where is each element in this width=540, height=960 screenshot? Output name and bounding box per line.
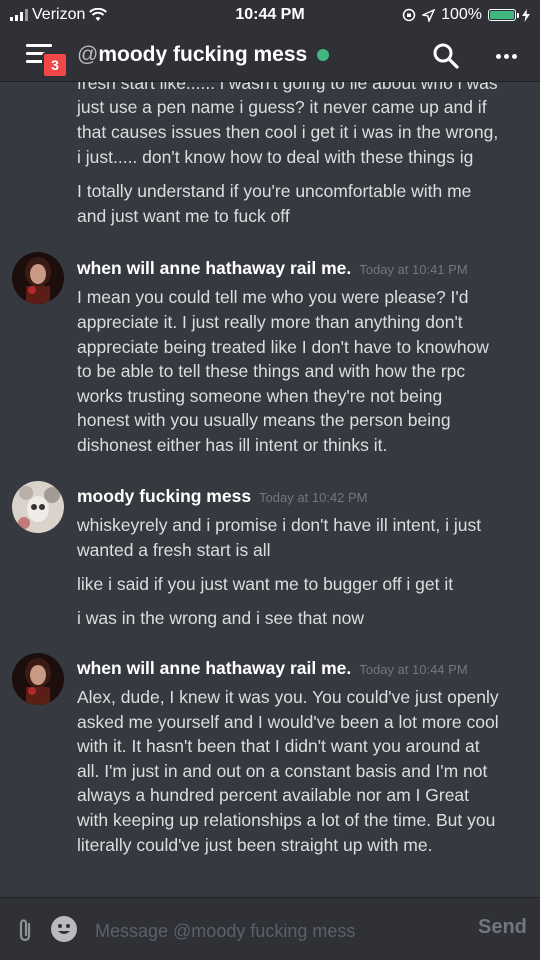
search-icon[interactable] xyxy=(432,42,460,70)
message-text: I mean you could tell me who you were pl… xyxy=(77,287,469,307)
send-button[interactable]: Send xyxy=(478,916,527,939)
message-text: I totally understand if you're uncomfort… xyxy=(77,181,472,201)
timestamp: Today at 10:41 PM xyxy=(359,262,468,277)
message-text: works trusting someone when they're not … xyxy=(77,386,443,406)
rotation-lock-icon xyxy=(402,8,416,22)
avatar-image xyxy=(12,653,64,705)
channel-header: 3 @ moody fucking mess xyxy=(0,30,540,82)
paperclip-icon[interactable] xyxy=(15,918,35,944)
message-text: Alex, dude, I knew it was you. You could… xyxy=(77,687,499,707)
avatar[interactable] xyxy=(12,481,64,533)
message-text: just use a pen name i guess? it never ca… xyxy=(77,97,487,117)
message-header: when will anne hathaway rail me. Today a… xyxy=(77,258,468,279)
message-text: appreciate it. I just really more than a… xyxy=(77,312,463,332)
status-right: 100% xyxy=(402,6,530,24)
charging-icon xyxy=(522,8,530,22)
battery-icon xyxy=(488,9,519,21)
message-text: with it. It hasn't been that I didn't wa… xyxy=(77,736,480,756)
message-text: to be able to tell these things and with… xyxy=(77,361,466,381)
message-text: always a hundred percent available nor a… xyxy=(77,785,470,805)
dm-title: @ moody fucking mess xyxy=(77,43,330,67)
online-status-icon xyxy=(317,49,330,61)
message-text: asked me yourself and I would've been a … xyxy=(77,712,499,732)
notification-badge: 3 xyxy=(42,52,68,78)
status-bar: Verizon 10:44 PM 100% xyxy=(0,0,540,30)
message-text: appreciate being treated like I don't ha… xyxy=(77,337,489,357)
more-icon[interactable] xyxy=(492,42,520,70)
at-sign: @ xyxy=(77,43,99,66)
message-header: moody fucking mess Today at 10:42 PM xyxy=(77,486,367,507)
dm-username: moody fucking mess xyxy=(98,43,308,66)
message-text: wanted a fresh start is all xyxy=(77,540,271,560)
avatar-image xyxy=(12,481,64,533)
message-header: when will anne hathaway rail me. Today a… xyxy=(77,658,468,679)
message-text: literally could've just been straight up… xyxy=(77,835,433,855)
battery-percent: 100% xyxy=(441,6,482,23)
message-text: i just..... don't know how to deal with … xyxy=(77,147,474,167)
message-text: whiskeyrely and i promise i don't have i… xyxy=(77,515,482,535)
avatar[interactable] xyxy=(12,252,64,304)
timestamp: Today at 10:42 PM xyxy=(259,490,368,505)
message-text: with keeping up relationships a lot of t… xyxy=(77,810,496,830)
message-composer: Send xyxy=(0,897,540,960)
message-input[interactable] xyxy=(93,915,457,947)
message-text: all. I'm just in and out on a constant b… xyxy=(77,761,488,781)
message-list[interactable]: fresh start like...... i wasn't going to… xyxy=(0,82,540,897)
timestamp: Today at 10:44 PM xyxy=(359,662,468,677)
author-name[interactable]: moody fucking mess xyxy=(77,486,251,507)
avatar[interactable] xyxy=(12,653,64,705)
emoji-icon[interactable] xyxy=(51,916,77,942)
avatar-image xyxy=(12,252,64,304)
author-name[interactable]: when will anne hathaway rail me. xyxy=(77,258,351,279)
message-text: honest with you usually means the person… xyxy=(77,410,451,430)
message-text: i was in the wrong and i see that now xyxy=(77,608,364,628)
message-text: like i said if you just want me to bugge… xyxy=(77,574,454,594)
message-text: and just want me to fuck off xyxy=(77,206,290,226)
message-text: that causes issues then cool i get it i … xyxy=(77,122,499,142)
location-icon xyxy=(422,8,436,22)
message-text: fresh start like...... i wasn't going to… xyxy=(77,82,498,93)
author-name[interactable]: when will anne hathaway rail me. xyxy=(77,658,351,679)
message-text: dishonest either has ill intent or think… xyxy=(77,435,388,455)
